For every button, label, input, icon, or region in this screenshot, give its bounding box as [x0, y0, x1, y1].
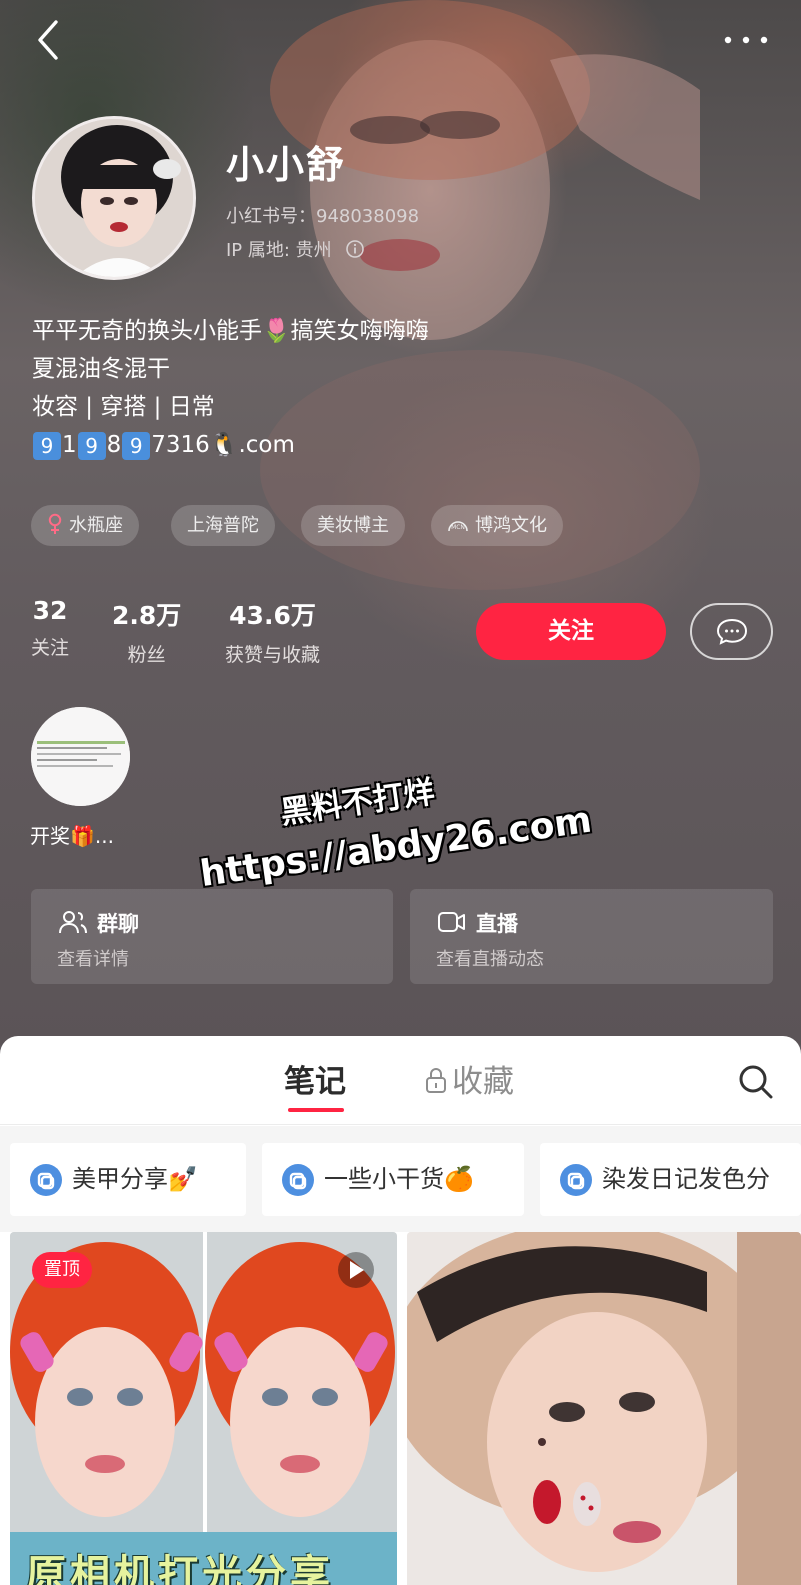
bio-line-contact: 9 1 9 8 9 7316🐧.com [32, 426, 732, 464]
card-title: 直播 [476, 912, 518, 936]
note-card[interactable] [407, 1232, 801, 1585]
profile-bio: 平平无奇的换头小能手🌷搞笑女嗨嗨嗨 夏混油冬混干 妆容 | 穿搭 | 日常 91… [32, 312, 732, 464]
bio-line: 平平无奇的换头小能手🌷搞笑女嗨嗨嗨 [32, 318, 429, 344]
card-subtitle: 查看详情 [57, 949, 129, 970]
chat-bubble-icon [716, 618, 748, 645]
back-button[interactable] [22, 14, 74, 66]
lock-icon [426, 1068, 446, 1093]
mcn-icon: MCN [448, 521, 468, 532]
tag-profession[interactable]: 美妆博主 [301, 505, 405, 546]
live-stream-card[interactable]: 直播 查看直播动态 [410, 889, 773, 984]
digit-box: 9 [77, 431, 106, 460]
tag-location[interactable]: 上海普陀 [171, 505, 275, 546]
collection-icon [30, 1164, 62, 1196]
ip-location: IP 属地: 贵州 [226, 240, 332, 261]
active-tab-indicator [288, 1108, 344, 1112]
card-subtitle: 查看直播动态 [436, 949, 544, 970]
note-cover-caption: 原相机打光分享 [26, 1552, 334, 1585]
stat-value: 43.6万 [229, 601, 316, 630]
digit-plain: 8 [106, 432, 122, 458]
chip-label: 染发日记发色分 [602, 1165, 770, 1193]
note-card[interactable]: 置顶 原相机打光分享 [10, 1232, 397, 1585]
digit-box: 9 [33, 431, 61, 460]
stat-likes-collects[interactable]: 43.6万 获赞与收藏 [225, 596, 320, 667]
highlight-story-thumbnail[interactable] [31, 707, 130, 806]
collection-chip[interactable]: 染发日记发色分 [540, 1143, 801, 1216]
bio-line: 妆容 | 穿搭 | 日常 [32, 394, 215, 420]
stat-following[interactable]: 32 关注 [31, 596, 69, 660]
red-id: 小红书号：948038098 [226, 206, 420, 227]
stat-label: 关注 [31, 637, 70, 659]
collection-icon [282, 1164, 314, 1196]
group-chat-icon [59, 911, 87, 934]
search-icon[interactable] [736, 1062, 776, 1102]
divider [0, 1124, 801, 1125]
tag-label: 美妆博主 [317, 515, 389, 536]
digit-box: 9 [122, 431, 151, 460]
live-camera-icon [438, 912, 465, 932]
story-preview-image [31, 707, 130, 806]
collection-icon [560, 1164, 592, 1196]
avatar-photo [35, 119, 193, 277]
info-icon[interactable] [345, 239, 365, 259]
pinned-badge: 置顶 [32, 1252, 92, 1288]
stat-label: 粉丝 [127, 644, 166, 666]
content-sheet: 笔记 收藏 美甲分享💅 一些小干货🍊 染发日记发色分 置顶 原相机打光分享 [0, 1036, 801, 1585]
ip-location-row: IP 属地: 贵州 [226, 236, 365, 262]
chip-label: 一些小干货🍊 [324, 1165, 474, 1193]
collection-chips: 美甲分享💅 一些小干货🍊 染发日记发色分 [0, 1126, 801, 1232]
bio-line: 夏混油冬混干 [32, 356, 170, 382]
tab-favorites[interactable]: 收藏 [424, 1056, 514, 1101]
tab-label: 收藏 [452, 1064, 514, 1100]
stat-followers[interactable]: 2.8万 粉丝 [112, 596, 181, 667]
stat-value: 32 [32, 596, 68, 625]
stat-value: 2.8万 [112, 601, 182, 630]
svg-text:MCN: MCN [451, 524, 465, 531]
chevron-left-icon [38, 20, 58, 60]
bio-contact-rest: 7316🐧.com [151, 432, 295, 458]
collection-chip[interactable]: 美甲分享💅 [10, 1143, 246, 1216]
card-title: 群聊 [97, 912, 139, 936]
more-options-button[interactable] [716, 14, 768, 66]
highlight-story-label: 开奖🎁... [30, 824, 114, 848]
chip-label: 美甲分享💅 [72, 1165, 198, 1193]
tag-mcn[interactable]: MCN 博鸿文化 [431, 505, 563, 546]
stat-label: 获赞与收藏 [225, 644, 321, 666]
digit-plain: 1 [62, 432, 77, 458]
tag-label: 博鸿文化 [475, 515, 547, 536]
profile-nickname: 小小舒 [226, 143, 347, 187]
group-chat-card[interactable]: 群聊 查看详情 [31, 889, 393, 984]
collection-chip[interactable]: 一些小干货🍊 [262, 1143, 524, 1216]
message-button[interactable] [690, 603, 773, 660]
more-dots-icon [724, 36, 768, 44]
tag-zodiac[interactable]: 水瓶座 [31, 505, 139, 546]
avatar[interactable] [32, 116, 196, 280]
tab-notes[interactable]: 笔记 [284, 1056, 346, 1101]
follow-button[interactable]: 关注 [476, 603, 666, 660]
female-icon [48, 513, 62, 534]
tag-label: 上海普陀 [187, 515, 259, 536]
note-cover-image [407, 1232, 801, 1585]
tag-label: 水瓶座 [69, 515, 123, 536]
